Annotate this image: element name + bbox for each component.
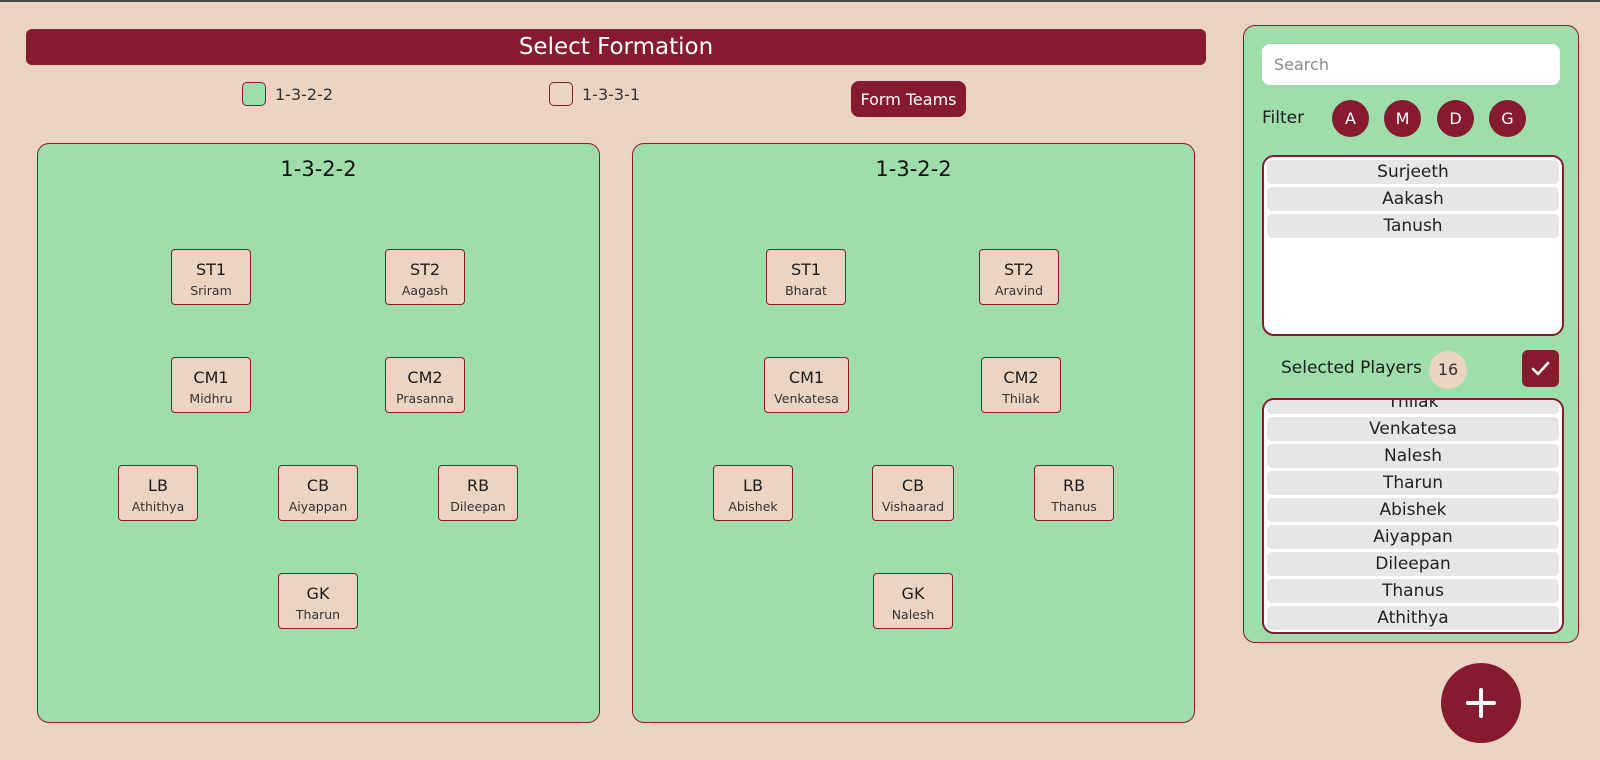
position-code: CB (306, 476, 330, 495)
position-code: LB (743, 476, 763, 495)
list-item[interactable]: Venkatesa (1267, 417, 1559, 441)
position-code: CM2 (1003, 368, 1039, 387)
team2-field: 1-3-2-2 ST1 Bharat ST2 Aravind CM1 Venka… (632, 143, 1195, 723)
player-name: Venkatesa (774, 391, 839, 406)
position-code: CM1 (193, 368, 229, 387)
player-name: Nalesh (891, 607, 935, 622)
filter-button-d[interactable]: D (1437, 100, 1474, 137)
list-item[interactable]: Athithya (1267, 606, 1559, 630)
team2-position-rb[interactable]: RB Thanus (1034, 465, 1114, 521)
team1-position-cm1[interactable]: CM1 Midhru (171, 357, 251, 413)
position-code: RB (1062, 476, 1086, 495)
list-item[interactable]: Dileepan (1267, 552, 1559, 576)
page-title: Select Formation (26, 29, 1206, 65)
position-code: CM2 (407, 368, 443, 387)
team1-position-st2[interactable]: ST2 Aagash (385, 249, 465, 305)
team1-position-lb[interactable]: LB Athithya (118, 465, 198, 521)
add-button[interactable] (1441, 663, 1521, 743)
formation-checkbox[interactable] (242, 82, 266, 106)
position-code: CM1 (788, 368, 825, 387)
list-item[interactable]: Aiyappan (1267, 525, 1559, 549)
list-item[interactable]: Aakash (1267, 187, 1559, 211)
formation-option-1-3-2-2[interactable]: 1-3-2-2 (242, 82, 333, 106)
selected-players-label: Selected Players (1281, 358, 1422, 378)
list-item[interactable]: Abishek (1267, 498, 1559, 522)
position-code: ST2 (409, 260, 441, 279)
team1-position-cm2[interactable]: CM2 Prasanna (385, 357, 465, 413)
team1-position-st1[interactable]: ST1 Sriram (171, 249, 251, 305)
player-name: Tharun (295, 607, 341, 622)
team2-position-cb[interactable]: CB Vishaarad (872, 465, 954, 521)
team2-position-cm2[interactable]: CM2 Thilak (981, 357, 1061, 413)
list-item[interactable]: Thilak (1267, 400, 1559, 414)
filter-button-g[interactable]: G (1489, 100, 1526, 137)
player-name: Athithya (131, 499, 185, 514)
check-icon (1531, 361, 1550, 376)
team2-position-st1[interactable]: ST1 Bharat (766, 249, 846, 305)
position-code: RB (466, 476, 490, 495)
player-name: Vishaarad (881, 499, 945, 514)
formation-option-1-3-3-1[interactable]: 1-3-3-1 (549, 82, 640, 106)
player-name: Thilak (1002, 391, 1040, 406)
team1-formation-title: 1-3-2-2 (280, 157, 357, 181)
filter-label: Filter (1262, 108, 1305, 128)
team2-formation-title: 1-3-2-2 (875, 157, 952, 181)
player-name: Bharat (785, 283, 827, 298)
position-code: GK (901, 584, 925, 603)
list-item[interactable]: Tanush (1267, 214, 1559, 238)
selected-players-list[interactable]: Thilak Venkatesa Nalesh Tharun Abishek A… (1262, 398, 1564, 634)
confirm-button[interactable] (1522, 350, 1559, 387)
form-teams-button[interactable]: Form Teams (851, 81, 966, 117)
team1-position-gk[interactable]: GK Tharun (278, 573, 358, 629)
player-name: Abishek (728, 499, 778, 514)
filter-button-a[interactable]: A (1332, 100, 1369, 137)
player-name: Sriram (190, 283, 232, 298)
player-name: Dileepan (450, 499, 506, 514)
formation-option-label: 1-3-2-2 (275, 84, 334, 104)
player-sidebar: Filter A M D G Surjeeth Aakash Tanush Se… (1243, 25, 1579, 643)
filter-button-m[interactable]: M (1384, 100, 1421, 137)
team2-position-st2[interactable]: ST2 Aravind (979, 249, 1059, 305)
position-code: LB (148, 476, 168, 495)
formation-checkbox[interactable] (549, 82, 573, 106)
team2-position-gk[interactable]: GK Nalesh (873, 573, 953, 629)
team1-position-rb[interactable]: RB Dileepan (438, 465, 518, 521)
list-item[interactable]: Thanus (1267, 579, 1559, 603)
player-name: Aravind (994, 283, 1044, 298)
position-code: CB (901, 476, 925, 495)
formation-option-label: 1-3-3-1 (582, 84, 641, 104)
team1-field: 1-3-2-2 ST1 Sriram ST2 Aagash CM1 Midhru… (37, 143, 600, 723)
search-input[interactable] (1262, 44, 1560, 85)
position-code: GK (306, 584, 330, 603)
position-code: ST1 (195, 260, 227, 279)
list-item[interactable]: Tharun (1267, 471, 1559, 495)
position-code: ST1 (790, 260, 822, 279)
plus-icon (1466, 688, 1496, 718)
available-players-list[interactable]: Surjeeth Aakash Tanush (1262, 155, 1564, 336)
player-name: Aiyappan (288, 499, 348, 514)
list-item[interactable]: Nalesh (1267, 444, 1559, 468)
player-name: Prasanna (396, 391, 454, 406)
team2-position-cm1[interactable]: CM1 Venkatesa (764, 357, 849, 413)
selected-count-badge: 16 (1429, 351, 1467, 389)
player-name: Thanus (1051, 499, 1097, 514)
player-name: Midhru (189, 391, 233, 406)
list-item[interactable]: Surjeeth (1267, 160, 1559, 184)
team2-position-lb[interactable]: LB Abishek (713, 465, 793, 521)
position-code: ST2 (1003, 260, 1035, 279)
team1-position-cb[interactable]: CB Aiyappan (278, 465, 358, 521)
player-name: Aagash (401, 283, 449, 298)
